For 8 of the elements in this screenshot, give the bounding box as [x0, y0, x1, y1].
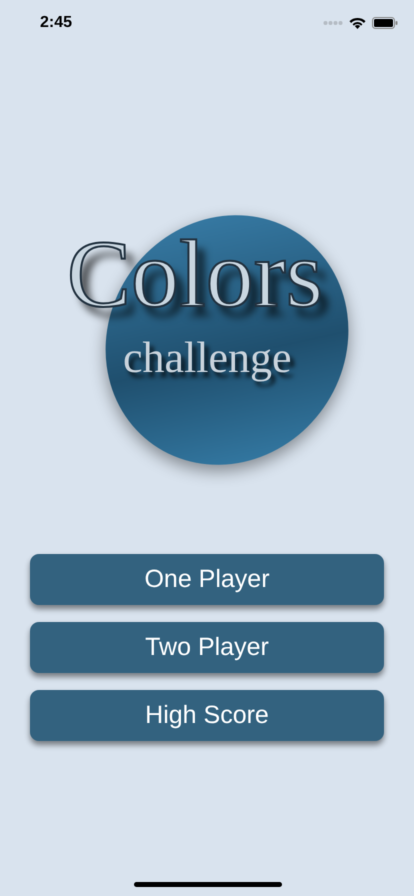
logo-subtitle: challenge — [123, 336, 292, 380]
menu-button[interactable]: Two Player — [30, 622, 384, 673]
status-time: 2:45 — [40, 14, 72, 32]
menu-button[interactable]: High Score — [30, 690, 384, 741]
wifi-icon — [349, 17, 366, 29]
signal-icon — [323, 20, 343, 26]
battery-icon — [372, 17, 398, 29]
menu-button[interactable]: One Player — [30, 554, 384, 605]
